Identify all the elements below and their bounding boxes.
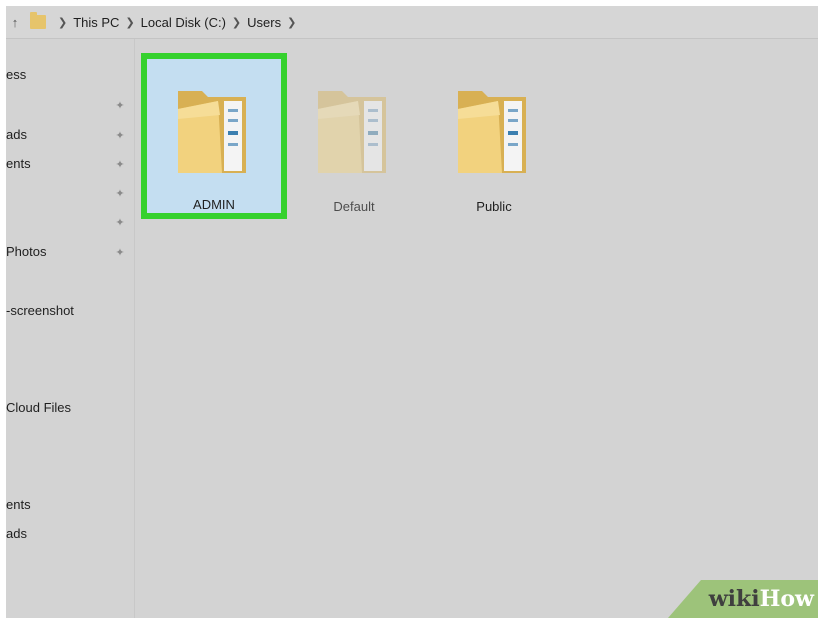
chevron-right-icon[interactable]: ❯ xyxy=(58,16,67,29)
chevron-right-icon[interactable]: ❯ xyxy=(287,16,296,29)
nav-item-documents[interactable]: ents xyxy=(6,156,31,171)
nav-item-screenshot[interactable]: -screenshot xyxy=(6,303,74,318)
folder-tile-admin[interactable]: ADMIN xyxy=(141,53,287,219)
folder-label: Public xyxy=(476,199,512,214)
content-pane: ADMIN Default Public xyxy=(135,39,818,618)
watermark-wiki: wiki xyxy=(708,586,760,612)
navigation-pane: ess ✦ ads ✦ ents ✦ ✦ ✦ Photos ✦ -screens… xyxy=(6,39,135,618)
folder-tile-default[interactable]: Default xyxy=(287,59,421,214)
folder-icon xyxy=(178,91,246,173)
nav-item-quick-access[interactable]: ess xyxy=(6,67,26,82)
nav-item-documents-2[interactable]: ents xyxy=(6,497,31,512)
folder-icon xyxy=(30,12,46,29)
address-bar[interactable]: ↑ ❯ This PC ❯ Local Disk (C:) ❯ Users ❯ xyxy=(6,6,818,39)
folder-tile-public[interactable]: Public xyxy=(427,59,561,214)
folder-label: Default xyxy=(333,199,375,214)
nav-item-cloud-files[interactable]: Cloud Files xyxy=(6,400,71,415)
nav-item-photos[interactable]: Photos xyxy=(6,244,46,259)
pin-icon[interactable]: ✦ xyxy=(114,247,126,259)
breadcrumb-local-disk[interactable]: Local Disk (C:) xyxy=(141,15,226,30)
chevron-right-icon[interactable]: ❯ xyxy=(232,16,241,29)
watermark-how: How xyxy=(759,586,814,612)
pin-icon[interactable]: ✦ xyxy=(114,217,126,229)
pin-icon[interactable]: ✦ xyxy=(114,188,126,200)
nav-item-downloads-2[interactable]: ads xyxy=(6,526,27,541)
chevron-right-icon[interactable]: ❯ xyxy=(125,16,134,29)
folder-label: ADMIN xyxy=(193,197,235,212)
pin-icon[interactable]: ✦ xyxy=(114,159,126,171)
pin-icon[interactable]: ✦ xyxy=(114,130,126,142)
folder-icon xyxy=(318,91,386,173)
breadcrumb-this-pc[interactable]: This PC xyxy=(73,15,119,30)
file-explorer-window: ↑ ❯ This PC ❯ Local Disk (C:) ❯ Users ❯ … xyxy=(6,6,818,618)
pin-icon[interactable]: ✦ xyxy=(114,100,126,112)
nav-item-downloads[interactable]: ads xyxy=(6,127,27,142)
up-arrow-icon[interactable]: ↑ xyxy=(8,15,22,30)
breadcrumb-users[interactable]: Users xyxy=(247,15,281,30)
folder-icon xyxy=(458,91,526,173)
